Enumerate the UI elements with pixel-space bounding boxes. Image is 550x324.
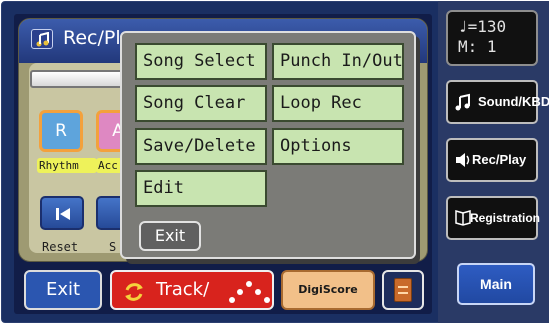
menu-item-options[interactable]: Options [272, 128, 404, 165]
rec-play-label: Rec/Play [472, 152, 527, 167]
loop-arrows-icon [125, 283, 143, 301]
registration-button[interactable]: Registration [446, 196, 541, 240]
speaker-icon [456, 153, 470, 167]
rhythm-part-label: Rhythm [37, 158, 97, 173]
sound-kbd-button[interactable]: Sound/KBD [446, 80, 550, 124]
sound-kbd-label: Sound/KBD [478, 94, 550, 109]
tempo-value: ♩=130 [458, 17, 507, 36]
rec-play-menu: Song Select Punch In/Out Song Clear Loop… [120, 31, 416, 259]
menu-exit-button[interactable]: Exit [139, 221, 201, 251]
menu-item-save-delete[interactable]: Save/Delete [135, 128, 267, 165]
track-button-label: Track/ [156, 279, 210, 300]
main-button[interactable]: Main [457, 263, 535, 305]
exit-button[interactable]: Exit [24, 270, 102, 310]
menu-item-song-select[interactable]: Song Select [135, 43, 267, 80]
rhythm-part-button[interactable]: R [39, 110, 83, 152]
music-note-icon [31, 29, 53, 49]
rec-play-button[interactable]: Rec/Play [446, 138, 538, 182]
tempo-display: ♩=130 M: 1 [446, 10, 538, 66]
digiscore-label: DigiScore [298, 283, 358, 296]
document-icon [394, 278, 412, 302]
book-icon [455, 210, 471, 226]
menu-item-loop-rec[interactable]: Loop Rec [272, 85, 404, 122]
menu-item-song-clear[interactable]: Song Clear [135, 85, 267, 122]
reset-button[interactable] [40, 196, 84, 230]
reset-label: Reset [42, 240, 79, 254]
menu-item-punch-in-out[interactable]: Punch In/Out [272, 43, 404, 80]
digiscore-button[interactable]: DigiScore [281, 270, 375, 310]
score-page-button[interactable] [382, 270, 424, 310]
measure-value: M: 1 [458, 37, 497, 56]
skip-to-start-icon [56, 208, 70, 220]
registration-label: Registration [470, 211, 541, 225]
menu-item-edit[interactable]: Edit [135, 170, 267, 207]
track-button[interactable]: Track/ [110, 270, 274, 310]
rhythm-part-letter: R [55, 121, 67, 141]
track-dots-icon [229, 281, 270, 303]
rec-play-title: Rec/Pl [63, 27, 121, 49]
music-note-icon [455, 93, 470, 111]
